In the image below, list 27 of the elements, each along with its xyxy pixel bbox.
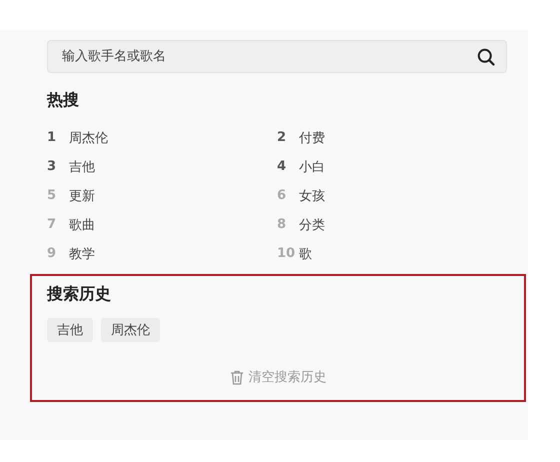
hot-search-item[interactable]: 更新 [69, 186, 95, 204]
hot-search-item[interactable]: 歌 [299, 244, 312, 262]
rank-number: 2 [277, 130, 288, 145]
rank-number: 8 [277, 217, 288, 232]
hot-search-item[interactable]: 分类 [299, 216, 325, 234]
rank-number: 10 [277, 246, 296, 261]
rank-number: 1 [47, 130, 58, 145]
section-title: 热搜 [47, 89, 79, 111]
section-title: 搜索历史 [47, 283, 111, 305]
hot-search-item[interactable]: 吉他 [69, 158, 95, 176]
trash-icon [230, 370, 244, 384]
rank-number: 3 [47, 159, 58, 174]
hot-search-item[interactable]: 小白 [299, 158, 325, 176]
hot-search-item[interactable]: 女孩 [299, 186, 325, 204]
hot-search-item[interactable]: 歌曲 [69, 216, 95, 234]
rank-number: 6 [277, 188, 288, 203]
rank-number: 4 [277, 159, 288, 174]
hot-search-item[interactable]: 教学 [69, 244, 95, 262]
hot-search-item[interactable]: 付费 [299, 128, 325, 146]
search-field[interactable]: 输入歌手名或歌名 [47, 40, 507, 73]
rank-number: 5 [47, 188, 58, 203]
history-tag[interactable]: 周杰伦 [101, 318, 160, 342]
hot-search-item[interactable]: 周杰伦 [69, 128, 108, 146]
rank-number: 9 [47, 246, 58, 261]
history-tag[interactable]: 吉他 [47, 318, 93, 342]
rank-number: 7 [47, 217, 58, 232]
search-icon[interactable] [477, 48, 495, 66]
